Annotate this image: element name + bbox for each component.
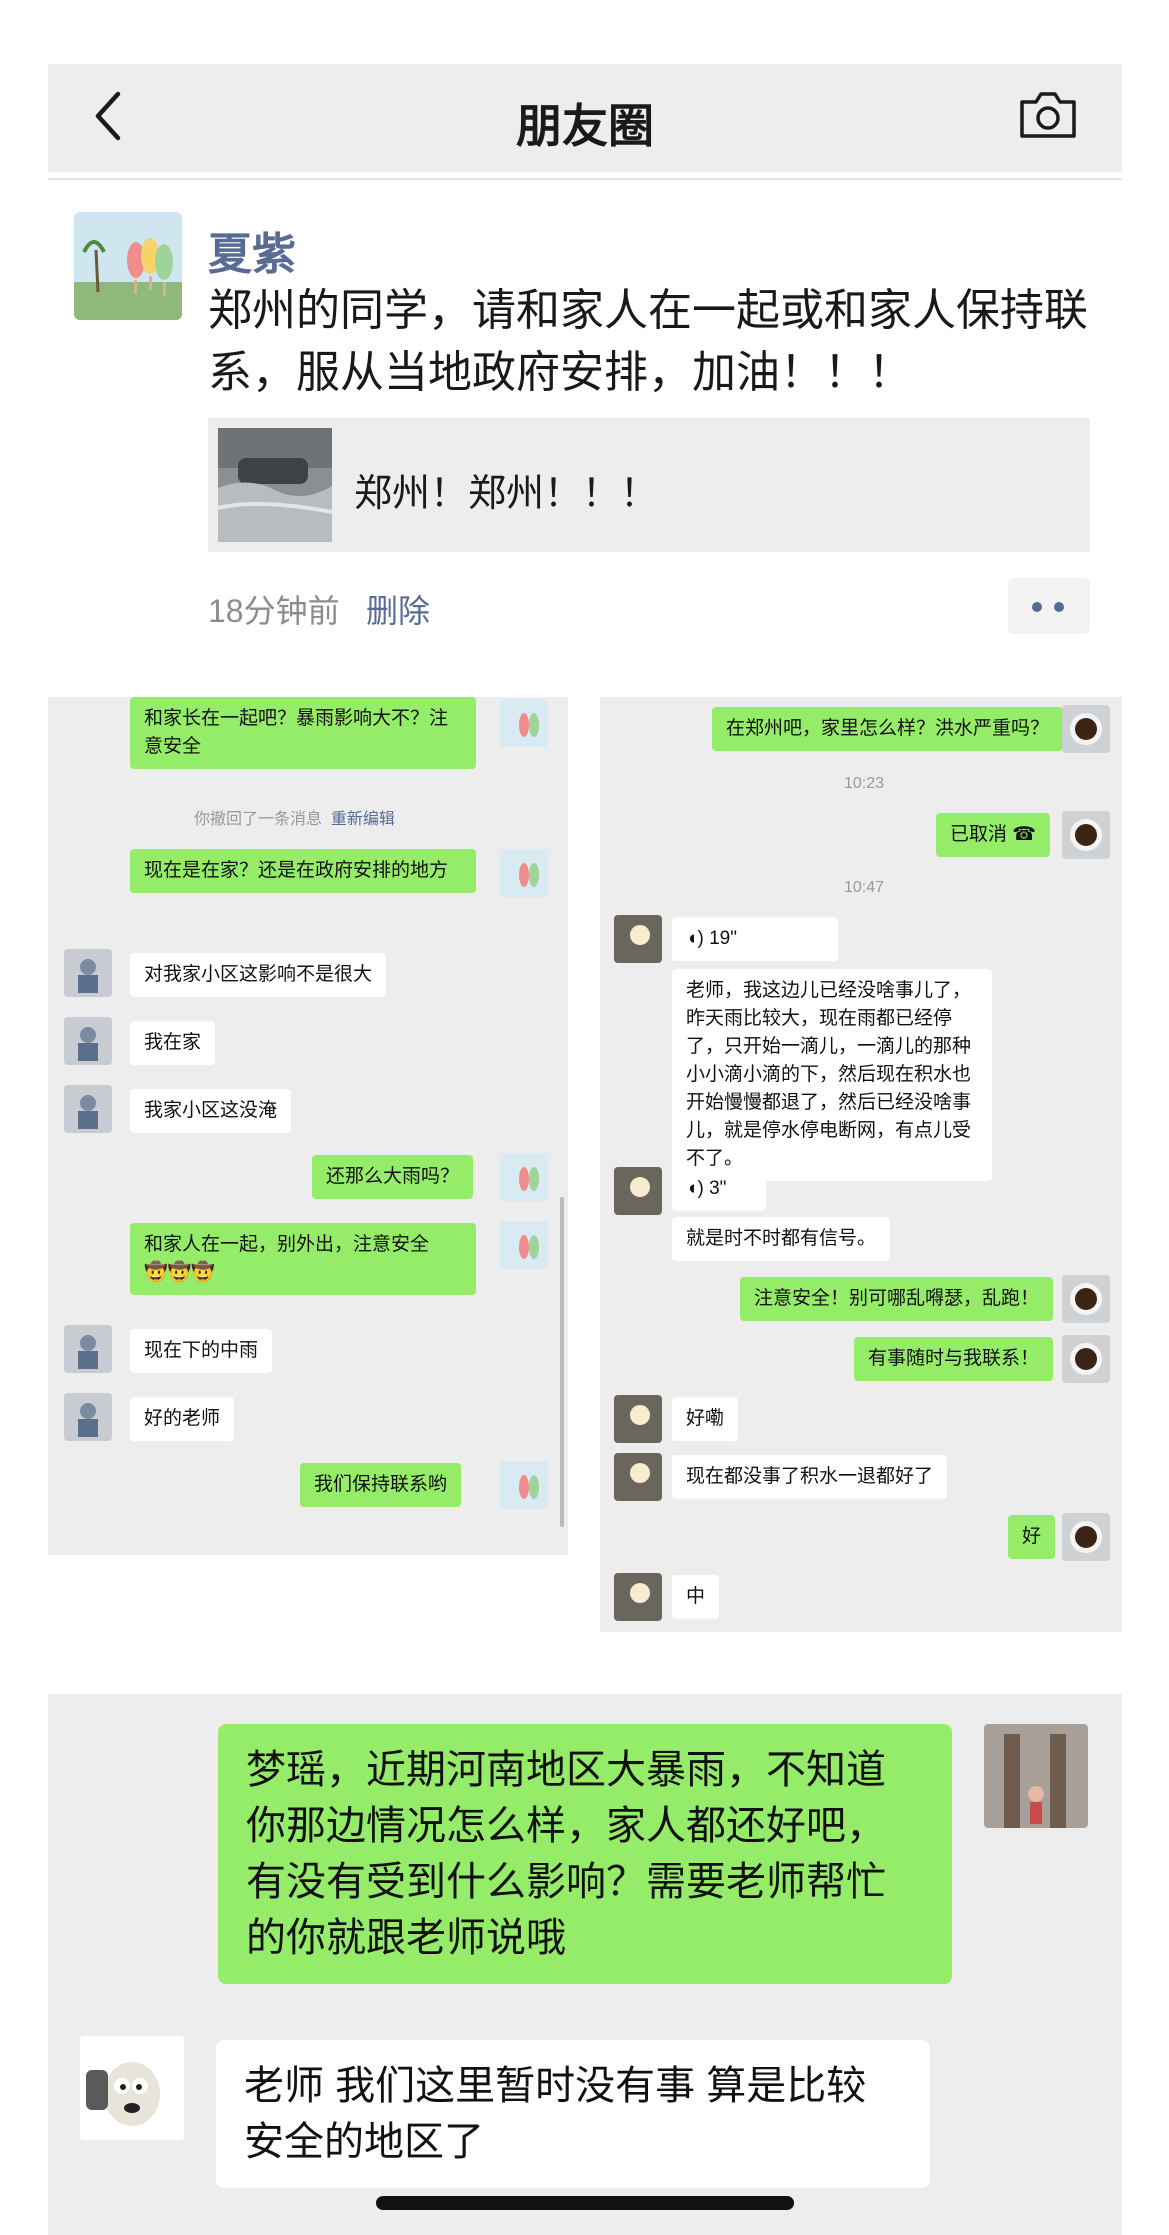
teacher-avatar [500,699,548,747]
chat-bubble: 好 [1008,1515,1056,1559]
home-indicator[interactable] [376,2196,794,2210]
chat-bubble: 好嘞 [672,1397,739,1441]
student-avatar [614,1167,662,1215]
coffee-avatar [1062,1513,1110,1561]
chat-bubble: 我在家 [130,1021,216,1065]
emoji-icon: 🤠🤠🤠 [144,1262,215,1283]
chat-screenshot-left: 和家长在一起吧？暴雨影响大不？注意安全 你撤回了一条消息 重新编辑 现在是在家？… [48,697,568,1555]
chat-bubble: 现在都没事了积水一退都好了 [672,1455,948,1499]
teacher-avatar [500,1461,548,1509]
student-avatar [64,1325,112,1373]
student-avatar [64,1017,112,1065]
student-avatar [64,1085,112,1133]
shared-link-card[interactable]: 郑州！郑州！！！ [208,418,1090,552]
chat-screenshot-bottom: 梦瑶，近期河南地区大暴雨，不知道你那边情况怎么样，家人都还好吧，有没有受到什么影… [48,1694,1122,2235]
link-title: 郑州！郑州！！！ [354,473,659,515]
timestamp: 10:47 [844,879,885,896]
student-avatar [614,1395,662,1443]
hangup-icon: ☎ [1012,824,1036,845]
chat-bubble: 和家人在一起，别外出，注意安全 🤠🤠🤠 [130,1223,476,1295]
nav-bar: 朋友圈 [48,64,1122,172]
chat-bubble: 好的老师 [130,1397,235,1441]
chat-bubble: 和家长在一起吧？暴雨影响大不？注意安全 [130,697,476,769]
chat-bubble: 现在下的中雨 [130,1329,273,1373]
voice-duration: 3" [709,1178,727,1199]
student-avatar [614,1453,662,1501]
coffee-avatar [1062,705,1110,753]
chat-bubble: 对我家小区这影响不是很大 [130,953,387,997]
coffee-avatar [1062,811,1110,859]
more-options-button[interactable] [1008,578,1090,634]
chat-bubble: 注意安全！别可哪乱嘚瑟，乱跑！ [740,1277,1054,1321]
chat-bubble: 我家小区这没淹 [130,1089,292,1133]
chat-bubble-text: 已取消 [950,824,1008,845]
chat-bubble: 已取消 ☎ [936,813,1050,857]
student-avatar [614,915,662,963]
scrollbar[interactable] [560,1197,564,1527]
teacher-avatar [500,849,548,897]
recall-notice: 你撤回了一条消息 重新编辑 [194,811,395,828]
page-title: 朋友圈 [516,100,654,152]
voice-message[interactable]: ◖) 3" [672,1167,766,1211]
screenshot-page: 朋友圈 夏紫 郑州的同学，请和家人在一起或和家人保持联系，服从当地政府安排，加油… [0,0,1169,2235]
chat-bubble: 现在是在家？还是在政府安排的地方 [130,849,476,893]
teacher-avatar [500,1221,548,1269]
coffee-avatar [1062,1335,1110,1383]
student-avatar [80,2036,184,2140]
voice-icon: ◖) [686,1178,704,1199]
voice-icon: ◖) [686,928,704,949]
delete-link[interactable]: 删除 [366,586,430,632]
chat-bubble: 有事随时与我联系！ [854,1337,1054,1381]
teacher-avatar [500,1153,548,1201]
chat-bubble: 中 [672,1575,720,1619]
chat-bubble: 老师，我这边儿已经没啥事儿了，昨天雨比较大，现在雨都已经停了，只开始一滴儿，一滴… [672,969,992,1181]
divider [48,178,1122,180]
chat-bubble: 老师 我们这里暂时没有事 算是比较安全的地区了 [216,2040,930,2188]
chat-bubble: 还那么大雨吗？ [312,1155,474,1199]
voice-duration: 19" [709,928,737,949]
student-avatar [64,949,112,997]
voice-message[interactable]: ◖) 19" [672,917,838,961]
reedit-link[interactable]: 重新编辑 [331,811,395,828]
chat-screenshot-right: 在郑州吧，家里怎么样？洪水严重吗？ 10:23 已取消 ☎ 10:47 ◖) 1… [600,697,1122,1632]
student-avatar [64,1393,112,1441]
post-text: 郑州的同学，请和家人在一起或和家人保持联系，服从当地政府安排，加油！！！ [208,286,1088,397]
camera-icon[interactable] [1016,84,1080,148]
timestamp: 10:23 [844,775,885,792]
post-time: 18分钟前 [208,593,340,629]
chat-bubble-text: 和家人在一起，别外出，注意安全 [144,1234,430,1255]
dot-icon [1032,602,1042,612]
link-thumbnail [218,428,332,542]
teacher-avatar [984,1724,1088,1828]
post-author[interactable]: 夏紫 [208,218,296,282]
student-avatar [614,1573,662,1621]
avatar[interactable] [74,212,182,320]
coffee-avatar [1062,1275,1110,1323]
chat-bubble: 梦瑶，近期河南地区大暴雨，不知道你那边情况怎么样，家人都还好吧，有没有受到什么影… [218,1724,952,1984]
chat-bubble: 在郑州吧，家里怎么样？洪水严重吗？ [712,707,1064,751]
dot-icon [1054,602,1064,612]
chat-bubble: 就是时不时都有信号。 [672,1217,891,1261]
chat-bubble: 我们保持联系哟 [300,1463,462,1507]
